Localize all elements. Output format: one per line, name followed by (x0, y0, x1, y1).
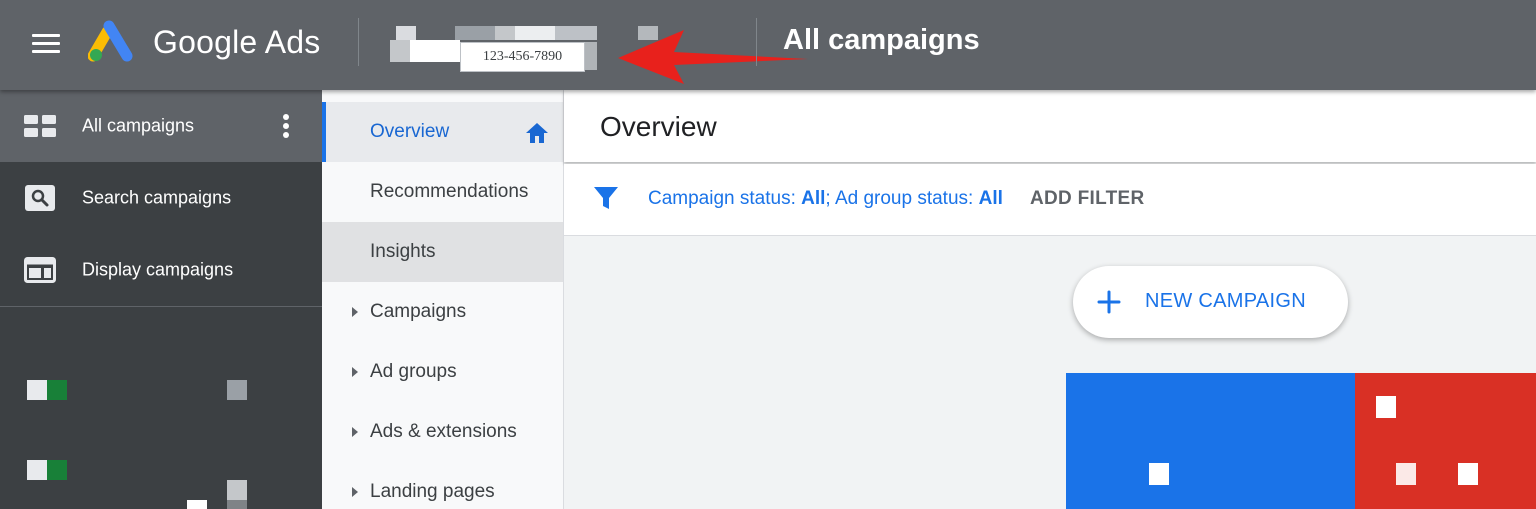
header-divider (358, 18, 359, 66)
nav-item-landing-pages[interactable]: Landing pages (322, 462, 563, 509)
page-navigation: Overview Recommendations Insights Campai… (322, 90, 564, 509)
nav-item-label: Overview (370, 121, 450, 142)
sidebar-item-display-campaigns[interactable]: Display campaigns (0, 234, 322, 306)
sidebar-item-search-campaigns[interactable]: Search campaigns (0, 162, 322, 234)
filter-bar: Campaign status: All; Ad group status: A… (564, 164, 1536, 236)
top-app-bar: Google Ads 123-456-7890 All campaigns (0, 0, 1536, 90)
annotation-arrow-icon (618, 30, 808, 84)
filter-funnel-icon[interactable] (592, 184, 620, 212)
sidebar-item-label: Search campaigns (82, 187, 232, 208)
campaign-sidebar: All campaigns Search campaigns Display c… (0, 90, 322, 509)
search-icon (25, 185, 55, 211)
nav-item-campaigns[interactable]: Campaigns (322, 282, 563, 342)
page-header: Overview (564, 90, 1536, 162)
account-phone: 123-456-7890 (460, 42, 585, 72)
plus-icon (1097, 290, 1121, 314)
sidebar-divider (0, 306, 322, 307)
nav-item-label: Campaigns (370, 301, 467, 322)
nav-item-ad-groups[interactable]: Ad groups (322, 342, 563, 402)
sidebar-item-all-campaigns[interactable]: All campaigns (0, 90, 322, 162)
nav-item-insights[interactable]: Insights (322, 222, 563, 282)
nav-item-label: Ad groups (370, 361, 457, 382)
caret-right-icon (352, 487, 358, 497)
home-icon (526, 123, 548, 143)
product-name: Google Ads (153, 24, 321, 60)
header-divider-2 (756, 18, 757, 66)
nav-item-overview[interactable]: Overview (322, 102, 563, 162)
display-icon (24, 257, 56, 283)
nav-item-ads-extensions[interactable]: Ads & extensions (322, 402, 563, 462)
sidebar-item-label: Display campaigns (82, 259, 234, 280)
caret-right-icon (352, 427, 358, 437)
add-filter-button[interactable]: ADD FILTER (1030, 188, 1145, 210)
active-filters[interactable]: Campaign status: All; Ad group status: A… (648, 188, 1003, 210)
header-title: All campaigns (783, 24, 980, 56)
caret-right-icon (352, 367, 358, 377)
summary-tile-blue[interactable] (1066, 373, 1355, 509)
nav-item-label: Landing pages (370, 481, 495, 502)
nav-item-label: Ads & extensions (370, 421, 517, 442)
summary-tile-red[interactable] (1355, 373, 1536, 509)
new-campaign-label: NEW CAMPAIGN (1145, 290, 1307, 312)
new-campaign-button[interactable]: NEW CAMPAIGN (1073, 266, 1348, 338)
nav-item-label: Insights (370, 241, 436, 262)
nav-item-label: Recommendations (370, 181, 529, 202)
google-ads-logo-icon (88, 20, 133, 62)
caret-right-icon (352, 307, 358, 317)
grid-icon (24, 115, 56, 137)
sidebar-item-label: All campaigns (82, 115, 195, 136)
hamburger-menu-icon[interactable] (30, 31, 62, 55)
nav-item-recommendations[interactable]: Recommendations (322, 162, 563, 222)
page-title: Overview (600, 111, 717, 142)
more-options-icon[interactable] (276, 112, 296, 140)
